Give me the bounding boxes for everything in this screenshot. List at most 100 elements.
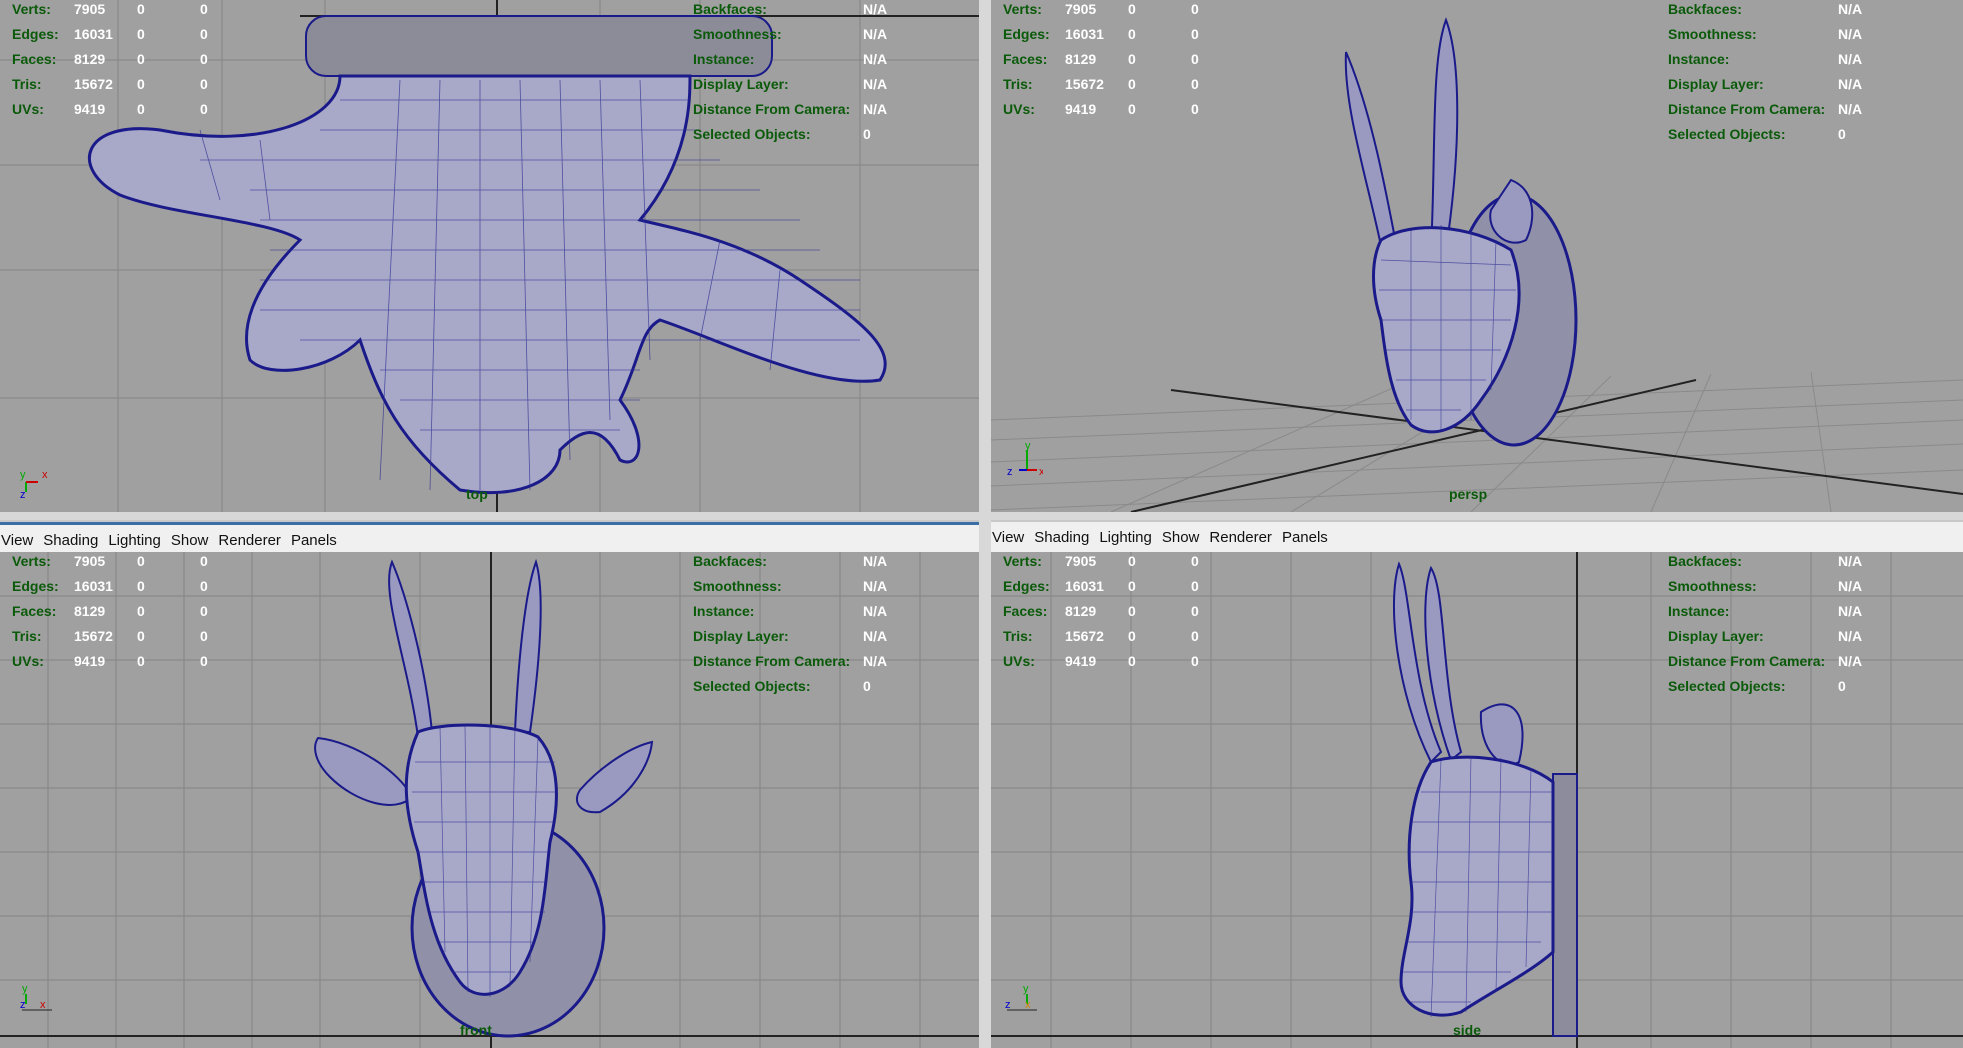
hud-value: 0	[200, 101, 208, 117]
hud-value: 0	[137, 101, 145, 117]
hud-value: 0	[137, 553, 145, 569]
hud-value: N/A	[863, 76, 888, 92]
hud-value: 16031	[74, 578, 113, 594]
hud-label: Smoothness:	[693, 578, 782, 594]
hud-label: Display Layer:	[1668, 628, 1764, 644]
hud-value: 0	[137, 578, 145, 594]
svg-text:z: z	[1005, 999, 1011, 1011]
hud-value: N/A	[1838, 628, 1863, 644]
hud-label: Distance From Camera:	[1668, 101, 1826, 117]
hud-value: N/A	[863, 51, 888, 67]
hud-value: 0	[1128, 1, 1136, 17]
hud-value: 7905	[74, 1, 106, 17]
viewport-vertical-splitter[interactable]	[979, 0, 991, 1048]
svg-text:y: y	[20, 469, 26, 481]
menu-show[interactable]: Show	[1160, 529, 1208, 546]
hud-label: Selected Objects:	[1668, 678, 1786, 694]
hud-value: 15672	[1065, 76, 1104, 92]
camera-name-label: side	[1453, 1022, 1482, 1038]
hud-value: 0	[1191, 101, 1199, 117]
hud-value: N/A	[1838, 653, 1863, 669]
hud-label: Backfaces:	[1668, 553, 1742, 569]
menu-show[interactable]: Show	[169, 532, 217, 549]
hud-label: Instance:	[1668, 603, 1730, 619]
menu-lighting[interactable]: Lighting	[1097, 529, 1160, 546]
hud-label: Tris:	[12, 76, 42, 92]
hud-value: 0	[863, 126, 871, 142]
hud-value: 0	[1191, 1, 1199, 17]
hud-value: 0	[137, 26, 145, 42]
svg-text:x: x	[40, 999, 46, 1011]
hud-value: 8129	[1065, 603, 1097, 619]
svg-text:y: y	[1023, 983, 1029, 995]
hud-value: 0	[137, 603, 145, 619]
hud-value: N/A	[1838, 76, 1863, 92]
hud-value: N/A	[863, 101, 888, 117]
hud-label: Verts:	[12, 1, 51, 17]
hud-label: Selected Objects:	[693, 126, 811, 142]
viewport-side[interactable]: Verts: 7905 0 0 Edges: 16031 0 0 Faces: 8129 0 0 …	[991, 552, 1963, 1048]
hud-value: 7905	[74, 553, 106, 569]
hud-value: 16031	[1065, 26, 1104, 42]
hud-value: 16031	[74, 26, 113, 42]
hud-value: 9419	[74, 653, 106, 669]
menu-panels[interactable]: Panels	[1280, 529, 1336, 546]
poly-count-hud: Verts: 7905 0 0 Edges: 16031 0 0 Faces: 8129 0 0 …	[1003, 0, 1231, 122]
menu-shading[interactable]: Shading	[41, 532, 106, 549]
hud-value: N/A	[1838, 553, 1863, 569]
svg-text:z: z	[20, 999, 26, 1011]
hud-label: Backfaces:	[693, 553, 767, 569]
camera-name-label: front	[460, 1022, 492, 1038]
hud-label: UVs:	[1003, 101, 1035, 117]
hud-label: Faces:	[12, 603, 57, 619]
menu-view[interactable]: View	[991, 529, 1032, 546]
hud-label: Smoothness:	[693, 26, 782, 42]
svg-text:z: z	[20, 489, 26, 501]
hud-label: Smoothness:	[1668, 26, 1757, 42]
hud-value: 7905	[1065, 1, 1097, 17]
menu-renderer[interactable]: Renderer	[216, 532, 289, 549]
menu-shading[interactable]: Shading	[1032, 529, 1097, 546]
hud-label: Smoothness:	[1668, 578, 1757, 594]
hud-value: 0	[1191, 628, 1199, 644]
menu-view[interactable]: View	[0, 532, 41, 549]
svg-text:x: x	[1025, 999, 1031, 1011]
hud-value: 0	[1128, 603, 1136, 619]
hud-value: 0	[200, 653, 208, 669]
hud-value: N/A	[1838, 578, 1863, 594]
hud-value: N/A	[1838, 603, 1863, 619]
hud-value: 9419	[1065, 653, 1097, 669]
hud-value: 0	[200, 603, 208, 619]
hud-value: 0	[200, 1, 208, 17]
camera-name-label: persp	[1449, 486, 1488, 502]
viewport-front[interactable]: Verts: 7905 0 0 Edges: 16031 0 0 Faces: 8129 0 0 …	[0, 552, 979, 1048]
hud-value: 0	[200, 553, 208, 569]
viewport-top[interactable]: Verts: 7905 0 0 Edges: 16031 0 0 Faces: 8129 0 0 …	[0, 0, 979, 515]
menu-renderer[interactable]: Renderer	[1207, 529, 1280, 546]
hud-value: 0	[200, 628, 208, 644]
poly-count-hud: Verts: 7905 0 0 Edges: 16031 0 0 Faces: 8129 0 0 …	[12, 552, 240, 674]
hud-value: N/A	[863, 26, 888, 42]
hud-label: Selected Objects:	[1668, 126, 1786, 142]
hud-value: 0	[137, 653, 145, 669]
hud-value: 15672	[74, 76, 113, 92]
hud-value: 16031	[1065, 578, 1104, 594]
hud-value: 0	[137, 51, 145, 67]
menu-lighting[interactable]: Lighting	[106, 532, 169, 549]
object-info-hud: Backfaces: N/A Smoothness: N/A Instance: N/…	[693, 0, 887, 147]
hud-label: Verts:	[1003, 1, 1042, 17]
object-info-hud: Backfaces: N/A Smoothness: N/A Instance: N/…	[1668, 552, 1862, 699]
hud-label: Edges:	[1003, 578, 1050, 594]
poly-count-hud: Verts: 7905 0 0 Edges: 16031 0 0 Faces: 8129 0 0 …	[12, 0, 240, 122]
hud-value: N/A	[863, 553, 888, 569]
menu-panels[interactable]: Panels	[289, 532, 345, 549]
viewport-persp[interactable]: Verts: 7905 0 0 Edges: 16031 0 0 Faces: 8129 0 0 …	[991, 0, 1963, 515]
hud-value: 0	[1191, 603, 1199, 619]
hud-label: Backfaces:	[1668, 1, 1742, 17]
hud-value: 0	[1128, 76, 1136, 92]
svg-text:y: y	[1025, 440, 1031, 452]
panel-menu-bar-front: View Shading Lighting Show Renderer Pane…	[0, 522, 979, 556]
hud-value: N/A	[863, 628, 888, 644]
hud-label: Tris:	[12, 628, 42, 644]
hud-value: 0	[1191, 26, 1199, 42]
